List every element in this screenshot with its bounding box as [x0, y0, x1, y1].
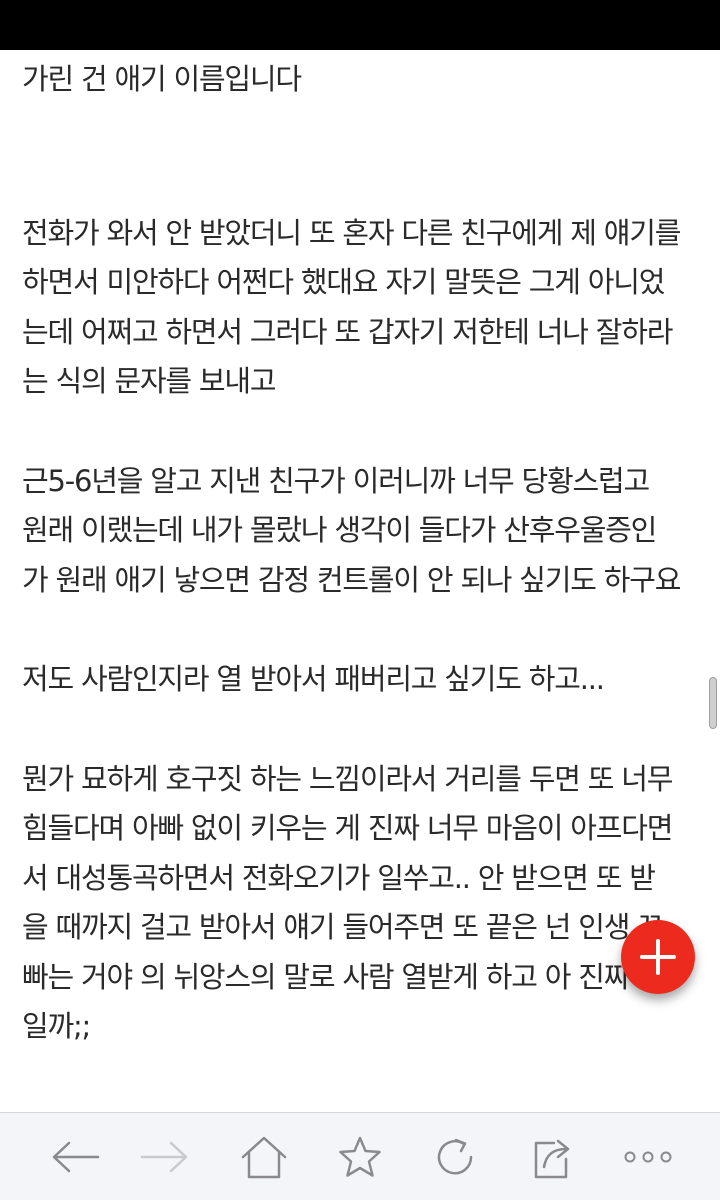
browser-toolbar [0, 1112, 720, 1200]
refresh-button[interactable] [432, 1135, 480, 1179]
text-line: 을 때까지 걸고 받아서 얘기 들어주면 또 끝은 넌 인생 꼬 [22, 910, 664, 944]
text-line: 빠는 거야 의 뉘앙스의 말로 사람 열받게 하고 아 진짜 뭔 [22, 959, 664, 994]
text-line: 가 원래 애기 낳으면 감정 컨트롤이 안 되나 싶기도 하구요 [22, 562, 681, 597]
share-icon [534, 1139, 570, 1179]
text-line: 일까;; [22, 1009, 91, 1043]
text-line: 뭔가 묘하게 호구짓 하는 느낌이라서 거리를 두면 또 너무 [22, 761, 673, 796]
text-line: 는 식의 문자를 보내고 [22, 364, 277, 398]
text-line: 가린 건 애기 이름입니다 [22, 62, 302, 96]
paragraph: 가린 건 애기 이름입니다 [22, 55, 712, 105]
share-button[interactable] [528, 1135, 576, 1179]
star-icon [339, 1136, 381, 1177]
paragraph: 근5-6년을 알고 지낸 친구가 이러니까 너무 당황스럽고 원래 이랬는데 내… [22, 457, 712, 606]
bookmark-button[interactable] [336, 1135, 384, 1179]
text-line: 는데 어쩌고 하면서 그러다 또 갑자기 저한테 너나 잘하라 [22, 314, 673, 349]
paragraph: 저도 사람인지라 열 받아서 패버리고 싶기도 하고... [22, 655, 712, 705]
home-button[interactable] [240, 1135, 288, 1179]
text-line: 원래 이랬는데 내가 몰랐나 생각이 들다가 산후우울증인 [22, 513, 657, 547]
refresh-icon [437, 1138, 473, 1175]
text-line: 근5-6년을 알고 지낸 친구가 이러니까 너무 당황스럽고 [22, 463, 650, 498]
back-button[interactable] [52, 1135, 100, 1179]
text-line: 힘들다며 아빠 없이 키우는 게 진짜 너무 마음이 아프다면 [22, 811, 673, 845]
text-line: 저도 사람인지라 열 받아서 패버리고 싶기도 하고... [22, 662, 605, 696]
paragraph: 뭔가 묘하게 호구짓 하는 느낌이라서 거리를 두면 또 너무 힘들다며 아빠 … [22, 755, 712, 1052]
forward-arrow-icon [140, 1141, 188, 1173]
more-icon [624, 1151, 672, 1163]
more-button[interactable] [624, 1135, 672, 1179]
text-line: 하면서 미안하다 어쩐다 했대요 자기 말뜻은 그게 아니었 [22, 265, 665, 299]
home-icon [241, 1136, 287, 1179]
forward-button[interactable] [140, 1135, 188, 1179]
back-arrow-icon [52, 1141, 100, 1173]
article-content: 가린 건 애기 이름입니다 전화가 와서 안 받았더니 또 혼자 다른 친구에게… [22, 50, 712, 1112]
text-line: 전화가 와서 안 받았더니 또 혼자 다른 친구에게 제 얘기를 [22, 215, 681, 250]
text-line: 서 대성통곡하면서 전화오기가 일쑤고.. 안 받으면 또 받 [22, 860, 656, 895]
status-bar [0, 0, 720, 50]
add-button[interactable] [621, 920, 695, 994]
paragraph: 전화가 와서 안 받았더니 또 혼자 다른 친구에게 제 얘기를 하면서 미안하… [22, 209, 712, 407]
scrollbar-thumb[interactable] [709, 677, 717, 729]
plus-icon [640, 939, 676, 975]
